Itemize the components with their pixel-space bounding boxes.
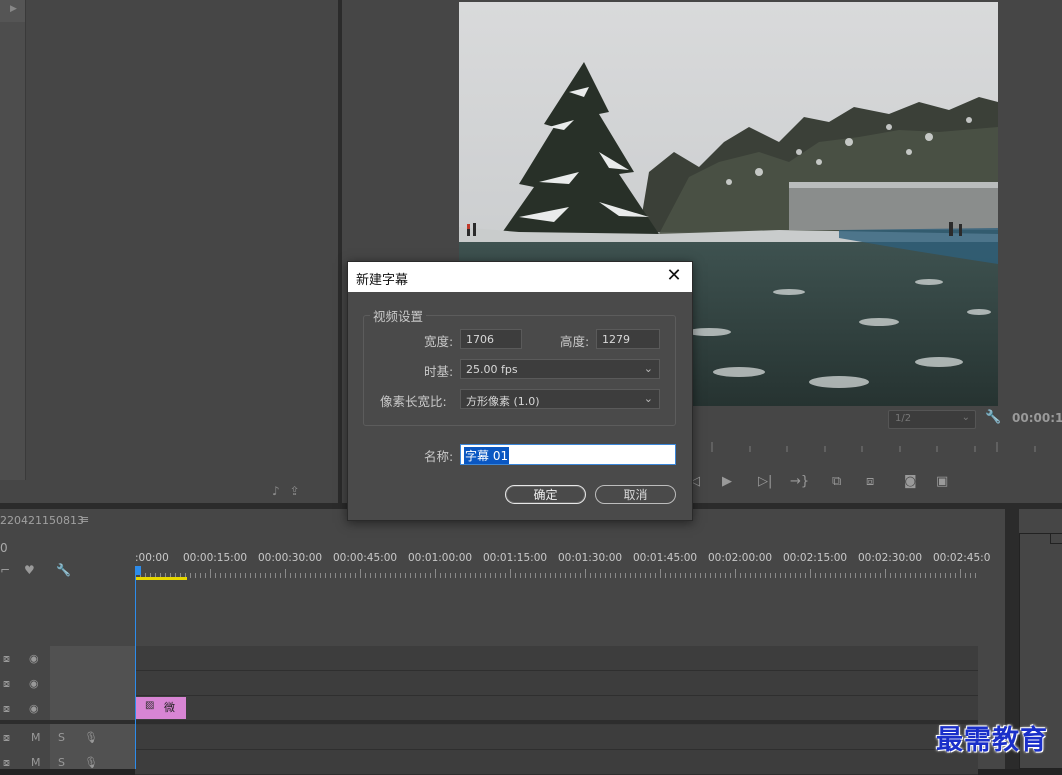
ruler-label: 00:01:30:00 [558,552,623,564]
project-bin-strip [0,0,26,480]
program-timecode[interactable]: 00:00:10 [1012,411,1062,425]
timeline-ruler-labels: :00:00 00:00:15:00 00:00:30:00 00:00:45:00 0… [135,552,990,566]
video-audio-divider[interactable] [0,720,978,724]
mic-icon[interactable]: 🎙 [84,731,98,744]
eye-icon[interactable]: ◉ [29,652,39,665]
timeline-current-time[interactable]: 0 [0,541,8,555]
go-to-out-icon[interactable]: →} [790,474,809,489]
track-a2[interactable] [135,750,978,775]
camera-icon[interactable]: ◙ [904,474,917,489]
film-icon[interactable]: ⧇ [3,702,10,716]
pixel-aspect-value: 方形像素 (1.0) [466,395,540,408]
ruler-label: 00:00:45:00 [333,552,398,564]
link-icon[interactable]: ⌐ [0,563,10,577]
play-icon[interactable]: ▶ [722,474,732,489]
timebase-value: 25.00 fps [466,363,518,376]
zoom-level-value: 1/2 [895,413,912,424]
marker-icon[interactable]: ♥ [24,563,35,577]
ruler-label: 00:01:00:00 [408,552,473,564]
mic-icon[interactable]: 🎙 [84,756,98,769]
eye-icon[interactable]: ◉ [29,702,39,715]
track-header-v3: ⧇ ◉ [0,647,50,671]
ruler-label: 00:00:15:00 [183,552,248,564]
chevron-down-icon: ⌄ [961,412,970,423]
name-label: 名称: [424,449,454,464]
ruler-label: :00:00 [135,552,169,564]
name-input[interactable]: 字幕 01 [460,444,676,465]
film-icon[interactable]: ⧇ [3,756,10,770]
compare-icon[interactable]: ▣ [936,474,948,489]
ruler-label: 00:02:15:00 [783,552,848,564]
clip-label: 微 [164,701,175,714]
source-panel [0,0,338,503]
dialog-titlebar[interactable]: 新建字幕 ✕ [348,262,692,292]
timebase-label: 时基: [424,364,454,379]
dialog-title: 新建字幕 [356,273,409,288]
track-header-a2: ⧇ M S 🎙 [0,751,98,775]
chevron-down-icon: ⌄ [643,362,653,375]
track-v3[interactable] [135,646,978,671]
film-icon[interactable]: ⧇ [3,652,10,666]
ruler-label: 00:02:00:00 [708,552,773,564]
pixel-aspect-select[interactable]: 方形像素 (1.0) ⌄ [460,389,660,409]
height-label: 高度: [560,334,590,349]
chevron-down-icon: ⌄ [643,392,653,405]
ruler-label: 00:02:30:00 [858,552,923,564]
ruler-label: 00:00:30:00 [258,552,323,564]
track-v2[interactable] [135,671,978,696]
program-time-ruler[interactable] [700,440,1062,456]
export-frame-icon[interactable]: ⇪ [290,484,300,498]
video-settings-label: 视频设置 [370,306,427,325]
zoom-level-select[interactable]: 1/2 ⌄ [888,410,976,429]
watermark-text: 最需教育 [936,725,1048,756]
fx-badge-icon: ▨ [145,700,155,711]
wrench-icon[interactable]: 🔧 [56,563,71,577]
work-area-bar[interactable] [135,577,187,580]
sequence-tab[interactable]: 220421150813 [0,514,84,527]
mute-button[interactable]: M [31,731,41,744]
playhead-line[interactable] [135,575,136,769]
track-v1[interactable] [135,696,978,721]
pixel-aspect-label: 像素长宽比: [380,394,447,409]
name-input-selected-text: 字幕 01 [464,447,510,464]
lift-icon[interactable]: ⧉ [832,474,841,489]
mute-button[interactable]: M [31,756,41,769]
track-header-v1: ⧇ ◉ [0,697,50,721]
track-a1[interactable] [135,725,978,750]
ruler-label: 00:02:45:0 [933,552,991,564]
playhead-handle[interactable] [135,566,141,575]
height-input[interactable]: 1279 [596,329,660,349]
wrench-icon[interactable]: 🔧 [985,410,1001,425]
chevron-right-icon: ▶ [10,4,17,14]
audio-meter-corner [1050,533,1062,544]
track-header-v2: ⧇ ◉ [0,672,50,696]
insert-icon[interactable]: ♪ [272,484,280,498]
ok-button[interactable]: 确定 [505,485,586,504]
source-panel-buttons: ♪ ⇪ [272,484,322,500]
new-title-dialog: 新建字幕 ✕ 视频设置 宽度: 1706 高度: 1279 时基: 25.00 … [347,261,693,521]
ruler-label: 00:01:45:00 [633,552,698,564]
cancel-button[interactable]: 取消 [595,485,676,504]
step-forward-icon[interactable]: ▷| [758,474,772,489]
transport-controls: ◁ ▶ ▷| →} ⧉ ⧈ ◙ ▣ [688,474,988,492]
track-header-column [50,646,135,769]
extract-icon[interactable]: ⧈ [866,474,874,489]
track-header-a1: ⧇ M S 🎙 [0,726,98,750]
timeline-clip[interactable]: ▨ 微 [136,697,186,719]
timebase-select[interactable]: 25.00 fps ⌄ [460,359,660,379]
panel-expand-tab[interactable]: ▶ [0,0,25,22]
hamburger-menu-icon[interactable]: ≡ [80,513,89,526]
timeline-ruler[interactable] [135,568,980,580]
width-input[interactable]: 1706 [460,329,522,349]
eye-icon[interactable]: ◉ [29,677,39,690]
width-label: 宽度: [424,334,454,349]
ruler-label: 00:01:15:00 [483,552,548,564]
film-icon[interactable]: ⧇ [3,731,10,745]
close-icon[interactable]: ✕ [662,264,686,288]
solo-button[interactable]: S [58,731,65,744]
solo-button[interactable]: S [58,756,65,769]
film-icon[interactable]: ⧇ [3,677,10,691]
